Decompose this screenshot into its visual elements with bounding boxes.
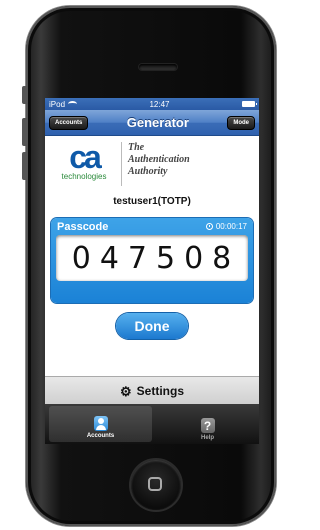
tab-accounts[interactable]: Accounts <box>49 406 152 442</box>
status-bar: iPod 12:47 <box>45 98 259 110</box>
passcode-card: Passcode 00:00:17 047508 <box>51 218 253 303</box>
ca-logo-subtext: technologies <box>61 172 107 181</box>
wifi-icon <box>68 101 78 107</box>
gear-icon: ⚙ <box>120 383 132 399</box>
done-button[interactable]: Done <box>116 313 188 339</box>
app-screen: iPod 12:47 Accounts Generator Mode ca te… <box>45 98 259 444</box>
tagline: The Authentication Authority <box>128 142 190 178</box>
tab-bar: Accounts ? Help <box>45 404 259 444</box>
tagline-line: Authentication <box>128 154 190 165</box>
passcode-label: Passcode <box>57 221 109 233</box>
ca-logo: ca technologies <box>49 139 119 181</box>
person-icon <box>93 416 108 431</box>
help-icon: ? <box>200 418 215 433</box>
settings-label: Settings <box>136 384 184 398</box>
earpiece-speaker <box>139 64 177 70</box>
passcode-timer: 00:00:17 <box>205 222 247 231</box>
timer-value: 00:00:17 <box>215 222 247 231</box>
home-square-icon <box>148 477 162 491</box>
clock-icon <box>205 223 213 230</box>
passcode-value: 047508 <box>71 240 241 276</box>
volume-up-button <box>22 118 28 146</box>
account-username: testuser1(TOTP) <box>113 196 191 207</box>
settings-button[interactable]: ⚙ Settings <box>45 376 259 405</box>
tagline-line: Authority <box>128 166 168 177</box>
brand-header: ca technologies The Authentication Autho… <box>45 136 259 188</box>
volume-down-button <box>22 152 28 180</box>
passcode-display: 047508 <box>56 235 248 281</box>
mode-button[interactable]: Mode <box>227 115 255 130</box>
mute-switch <box>22 86 28 104</box>
tab-help[interactable]: ? Help <box>156 404 259 444</box>
status-time: 12:47 <box>149 99 170 109</box>
tab-label: Help <box>200 435 214 441</box>
home-button[interactable] <box>131 460 181 510</box>
battery-icon <box>241 101 257 107</box>
logo-divider <box>121 142 122 186</box>
accounts-button[interactable]: Accounts <box>49 115 89 130</box>
navigation-bar: Accounts Generator Mode <box>45 110 259 136</box>
page-title: Generator <box>126 115 189 130</box>
tagline-line: The <box>128 142 145 153</box>
ca-logo-mark: ca <box>69 139 102 175</box>
tab-label: Accounts <box>86 433 115 439</box>
carrier-label: iPod <box>49 99 66 109</box>
